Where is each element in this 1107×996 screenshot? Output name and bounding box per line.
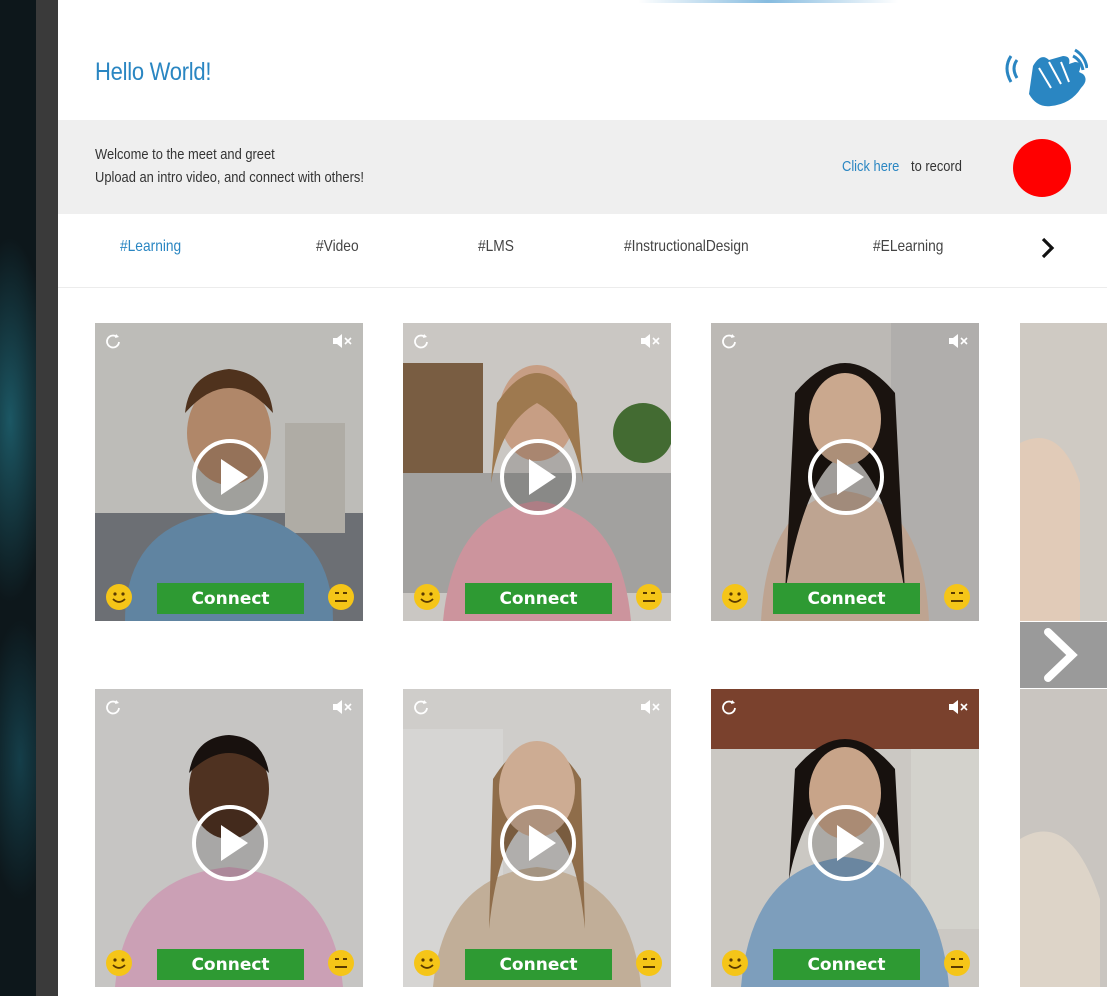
smile-emoji-icon[interactable]	[413, 949, 441, 977]
connect-button[interactable]: Connect	[773, 583, 920, 614]
page-title: Hello World!	[95, 58, 212, 86]
mute-icon[interactable]	[639, 333, 661, 349]
video-card: Connect	[403, 323, 671, 621]
person-photo	[1020, 323, 1107, 621]
replay-icon[interactable]	[721, 333, 737, 349]
smile-emoji-icon[interactable]	[105, 949, 133, 977]
smile-emoji-icon[interactable]	[721, 949, 749, 977]
mute-icon[interactable]	[947, 333, 969, 349]
record-button[interactable]	[1013, 139, 1071, 197]
smile-emoji-icon[interactable]	[105, 583, 133, 611]
play-icon[interactable]	[190, 803, 270, 883]
smile-emoji-icon[interactable]	[721, 583, 749, 611]
welcome-text-line1: Welcome to the meet and greet	[95, 146, 275, 163]
mute-icon[interactable]	[639, 699, 661, 715]
tag-video[interactable]: #Video	[316, 238, 359, 256]
replay-icon[interactable]	[721, 699, 737, 715]
video-card: Connect	[711, 689, 979, 987]
tag-lms[interactable]: #LMS	[478, 238, 514, 256]
neutral-emoji-icon[interactable]	[635, 949, 663, 977]
tag-instructional-design[interactable]: #InstructionalDesign	[624, 238, 749, 256]
device-frame	[36, 0, 60, 996]
top-highlight	[638, 0, 898, 3]
mute-icon[interactable]	[331, 333, 353, 349]
replay-icon[interactable]	[105, 699, 121, 715]
video-card: Connect	[95, 689, 363, 987]
replay-icon[interactable]	[413, 333, 429, 349]
connect-button[interactable]: Connect	[157, 583, 304, 614]
connect-button[interactable]: Connect	[157, 949, 304, 980]
person-photo	[1020, 689, 1107, 987]
video-card-partial	[1020, 323, 1107, 621]
tag-elearning[interactable]: #ELearning	[873, 238, 943, 256]
neutral-emoji-icon[interactable]	[943, 949, 971, 977]
waving-hand-icon	[1005, 48, 1088, 107]
video-card: Connect	[711, 323, 979, 621]
play-icon[interactable]	[806, 803, 886, 883]
chevron-right-icon[interactable]	[1038, 234, 1058, 262]
mute-icon[interactable]	[947, 699, 969, 715]
video-card-partial	[1020, 689, 1107, 987]
video-card: Connect	[403, 689, 671, 987]
mute-icon[interactable]	[331, 699, 353, 715]
chevron-right-icon	[1044, 628, 1078, 682]
hashtag-filter-bar	[58, 214, 1107, 288]
tag-learning[interactable]: #Learning	[120, 238, 181, 256]
meet-and-greet-panel: Hello World! Welcome to the meet and gre…	[58, 0, 1107, 996]
welcome-text-line2: Upload an intro video, and connect with …	[95, 169, 364, 186]
replay-icon[interactable]	[413, 699, 429, 715]
play-icon[interactable]	[498, 437, 578, 517]
connect-button[interactable]: Connect	[465, 583, 612, 614]
connect-button[interactable]: Connect	[773, 949, 920, 980]
play-icon[interactable]	[498, 803, 578, 883]
connect-button[interactable]: Connect	[465, 949, 612, 980]
video-card: Connect	[95, 323, 363, 621]
neutral-emoji-icon[interactable]	[943, 583, 971, 611]
play-icon[interactable]	[806, 437, 886, 517]
neutral-emoji-icon[interactable]	[327, 583, 355, 611]
neutral-emoji-icon[interactable]	[635, 583, 663, 611]
carousel-next-button[interactable]	[1020, 622, 1107, 688]
play-icon[interactable]	[190, 437, 270, 517]
record-link[interactable]: Click here	[842, 158, 899, 175]
smile-emoji-icon[interactable]	[413, 583, 441, 611]
record-link-suffix: to record	[911, 158, 962, 175]
replay-icon[interactable]	[105, 333, 121, 349]
neutral-emoji-icon[interactable]	[327, 949, 355, 977]
